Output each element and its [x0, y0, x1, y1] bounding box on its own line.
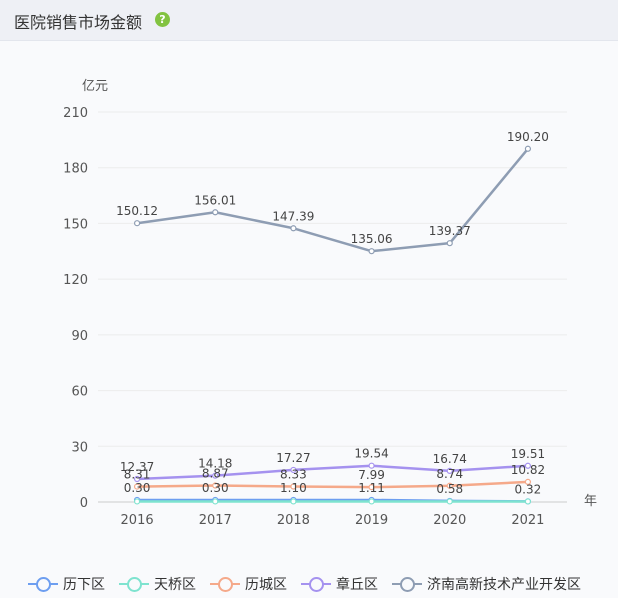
y-tick-label: 30	[71, 440, 88, 455]
y-tick-label: 120	[63, 273, 88, 288]
data-label: 0.30	[202, 481, 229, 495]
legend-label: 历下区	[63, 577, 105, 593]
legend-label: 济南高新技术产业开发区	[427, 577, 581, 593]
data-label: 0.30	[124, 481, 151, 495]
data-label: 0.32	[515, 482, 542, 496]
data-label: 1.11	[358, 481, 385, 495]
x-tick-label: 2020	[433, 513, 466, 528]
y-tick-label: 180	[63, 162, 88, 177]
data-label: 0.58	[436, 482, 463, 496]
y-tick-label: 60	[71, 385, 88, 400]
data-point	[212, 498, 219, 505]
data-label: 19.51	[511, 447, 545, 461]
x-tick-label: 2019	[355, 513, 388, 528]
data-point	[524, 145, 532, 152]
data-label: 156.01	[194, 193, 236, 207]
y-tick-label: 210	[63, 106, 88, 121]
x-tick-label: 2021	[511, 513, 544, 528]
data-point	[446, 498, 453, 505]
x-axis-label: 年	[584, 494, 597, 509]
series-line	[137, 480, 528, 489]
data-point	[290, 225, 297, 232]
data-label: 8.31	[124, 468, 151, 482]
data-point	[524, 498, 532, 505]
x-tick-label: 2017	[199, 513, 232, 528]
data-point	[368, 248, 375, 255]
data-label: 190.20	[507, 130, 549, 144]
series-line	[137, 464, 528, 481]
data-label: 16.74	[433, 452, 467, 466]
legend-swatch-icon	[392, 577, 422, 592]
legend-swatch-icon	[301, 577, 331, 592]
data-label: 1.10	[280, 481, 307, 495]
data-point	[290, 498, 297, 505]
line-chart: 0 30 60 90 120 150 180 210 2016 2017 2018 2019 2020 2…	[63, 79, 597, 528]
legend-label: 天桥区	[154, 577, 196, 593]
y-tick-label: 90	[71, 329, 88, 344]
data-point	[212, 209, 219, 216]
legend-label: 历城区	[245, 577, 287, 593]
data-label: 8.74	[436, 467, 463, 481]
legend-swatch-icon	[210, 577, 240, 592]
x-tick-label: 2018	[277, 513, 310, 528]
y-axis-label: 亿元	[82, 79, 108, 94]
data-label: 147.39	[272, 209, 314, 223]
data-label: 8.33	[280, 468, 307, 482]
legend-item[interactable]: 天桥区	[119, 574, 196, 594]
legend-item[interactable]: 章丘区	[301, 574, 378, 594]
legend-swatch-icon	[119, 577, 149, 592]
legend-item[interactable]: 济南高新技术产业开发区	[392, 574, 581, 594]
data-label: 135.06	[351, 232, 393, 246]
data-point	[446, 240, 453, 247]
y-tick-label: 0	[80, 496, 88, 511]
legend-item[interactable]: 历下区	[28, 574, 105, 594]
legend-swatch-icon	[28, 577, 58, 592]
data-label: 8.87	[202, 467, 229, 481]
data-label: 139.37	[429, 224, 471, 238]
data-point	[368, 498, 375, 505]
legend-label: 章丘区	[336, 577, 378, 593]
data-label: 10.82	[511, 463, 545, 477]
chart-legend: 历下区 天桥区 历城区 章丘区 济南高新技术产业开发区	[28, 574, 595, 594]
legend-item[interactable]: 历城区	[210, 574, 287, 594]
data-point	[133, 498, 141, 505]
x-tick-label: 2016	[121, 513, 154, 528]
data-label: 150.12	[116, 204, 158, 218]
data-label: 17.27	[276, 451, 310, 465]
y-tick-label: 150	[63, 217, 88, 232]
data-label: 19.54	[354, 447, 388, 461]
data-point	[133, 220, 141, 227]
